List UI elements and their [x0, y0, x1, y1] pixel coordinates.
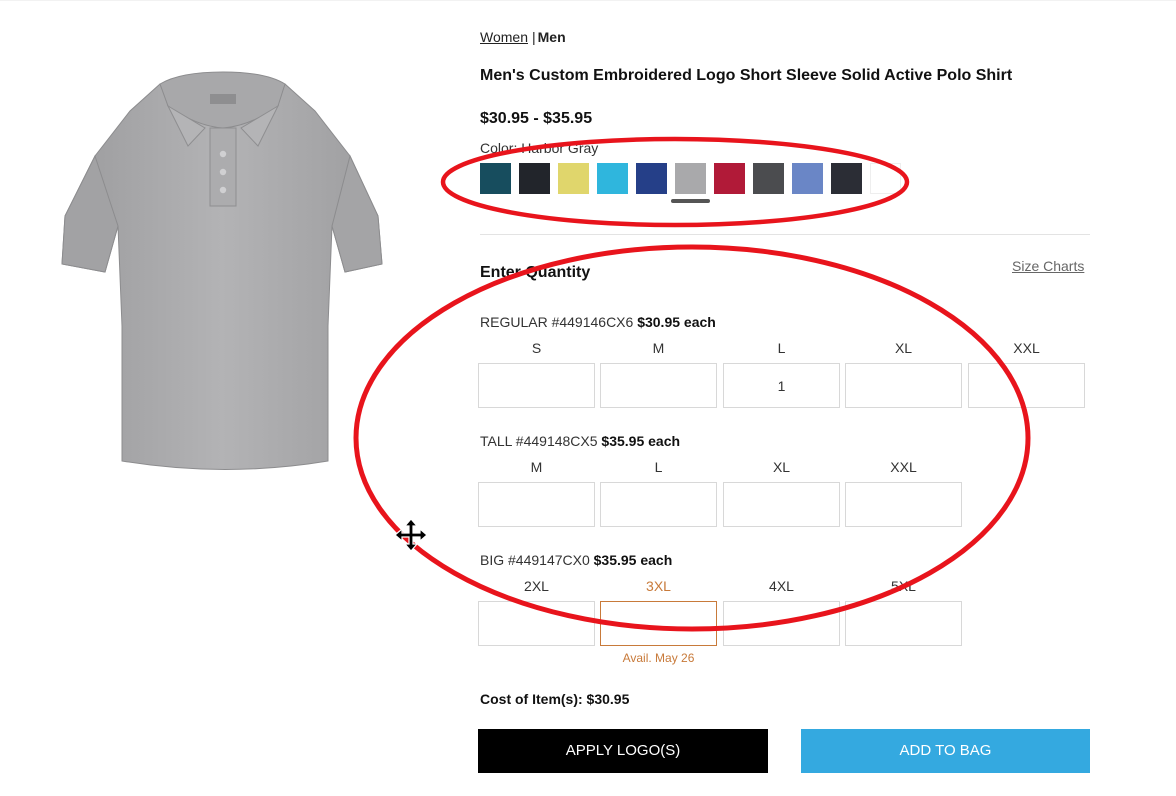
add-to-bag-button[interactable]: ADD TO BAG — [801, 729, 1090, 773]
size-label: 5XL — [891, 578, 916, 594]
selected-color-name: Harbor Gray — [521, 140, 599, 156]
quantity-input[interactable] — [845, 601, 962, 646]
size-label: XXL — [890, 459, 917, 475]
divider — [480, 234, 1090, 235]
quantity-input[interactable] — [968, 363, 1085, 408]
women-link[interactable]: Women — [480, 29, 528, 45]
quantity-input[interactable] — [845, 363, 962, 408]
price-range: $30.95 - $35.95 — [480, 110, 593, 127]
quantity-input[interactable] — [478, 482, 595, 527]
apply-logo-button[interactable]: APPLY LOGO(S) — [478, 729, 768, 773]
color-swatch[interactable] — [831, 163, 862, 194]
quantity-input[interactable] — [478, 363, 595, 408]
quantity-input[interactable] — [723, 601, 840, 646]
quantity-input[interactable] — [723, 482, 840, 527]
quantity-input[interactable] — [600, 482, 717, 527]
size-charts-link[interactable]: Size Charts — [1012, 258, 1084, 274]
enter-quantity-heading: Enter Quantity — [480, 264, 591, 281]
size-group-price: $30.95 each — [637, 314, 716, 330]
color-swatch[interactable] — [714, 163, 745, 194]
availability-note: Avail. May 26 — [622, 651, 695, 665]
quantity-input[interactable] — [478, 601, 595, 646]
men-link[interactable]: Men — [538, 29, 566, 45]
color-swatch[interactable] — [519, 163, 550, 194]
size-group-label: TALL #449148CX5 $35.95 each — [480, 433, 680, 449]
size-label: XL — [772, 459, 791, 475]
size-label: XXL — [1013, 340, 1040, 356]
size-label: XL — [894, 340, 913, 356]
size-label: L — [777, 340, 786, 356]
quantity-input[interactable] — [600, 601, 717, 646]
size-group-sku: REGULAR #449146CX6 — [480, 314, 634, 330]
color-swatch[interactable] — [753, 163, 784, 194]
product-title: Men's Custom Embroidered Logo Short Slee… — [480, 67, 1013, 84]
color-swatch[interactable] — [480, 163, 511, 194]
quantity-input[interactable] — [723, 363, 840, 408]
nav-separator: | — [531, 29, 536, 45]
color-swatch[interactable] — [870, 163, 901, 194]
size-group-price: $35.95 each — [593, 552, 673, 568]
selected-swatch-indicator — [671, 199, 710, 203]
size-label: M — [652, 340, 665, 356]
quantity-input[interactable] — [600, 363, 717, 408]
size-label: M — [530, 459, 543, 475]
color-swatch[interactable] — [792, 163, 823, 194]
cost-of-items: Cost of Item(s): $30.95 — [480, 691, 630, 707]
color-swatch[interactable] — [675, 163, 706, 194]
size-label: 2XL — [524, 578, 549, 594]
color-swatch[interactable] — [597, 163, 628, 194]
size-group-sku: BIG #449147CX0 — [480, 552, 590, 568]
color-label-key: Color: — [480, 140, 518, 156]
size-group-label: REGULAR #449146CX6 $30.95 each — [480, 314, 716, 330]
size-group-label: BIG #449147CX0 $35.95 each — [480, 552, 672, 568]
size-group-price: $35.95 each — [601, 433, 681, 449]
top-border — [0, 0, 1176, 8]
size-label: S — [531, 340, 542, 356]
color-swatch[interactable] — [636, 163, 667, 194]
color-label: Color: Harbor Gray — [480, 140, 598, 156]
gender-nav: Women | Men — [480, 29, 566, 45]
size-label: L — [654, 459, 663, 475]
polo-shirt-image — [61, 71, 383, 470]
quantity-input[interactable] — [845, 482, 962, 527]
color-swatch[interactable] — [558, 163, 589, 194]
quantity-annotation-ellipse — [353, 244, 1031, 632]
size-group-sku: TALL #449148CX5 — [480, 433, 598, 449]
move-cursor-icon — [394, 518, 428, 552]
size-label: 4XL — [769, 578, 794, 594]
size-label: 3XL — [646, 578, 671, 594]
